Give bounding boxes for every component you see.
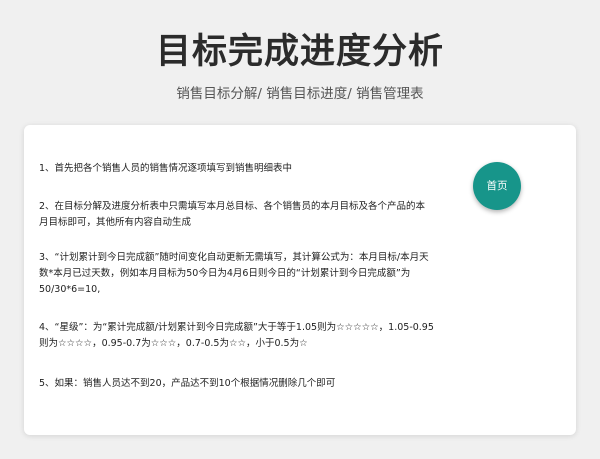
instruction-item-1: 1、首先把各个销售人员的销售情况逐项填写到销售明细表中 (39, 163, 293, 174)
instruction-item-3: 3、“计划累计到今日完成额”随时间变化自动更新无需填写，其计算公式为：本月目标/… (39, 252, 429, 295)
instruction-item-4: 4、“星级”：为“累计完成额/计划累计到今日完成额”大于等于1.05则为☆☆☆☆… (39, 322, 434, 349)
page-title: 目标完成进度分析 (155, 32, 444, 72)
page-subtitle: 销售目标分解/ 销售目标进度/ 销售管理表 (176, 86, 424, 102)
instruction-item-5: 5、如果：销售人员达不到20，产品达不到10个根据情况删除几个即可 (39, 378, 336, 389)
instructions-card: 1、首先把各个销售人员的销售情况逐项填写到销售明细表中 2、在目标分解及进度分析… (24, 125, 576, 435)
instruction-item-2: 2、在目标分解及进度分析表中只需填写本月总目标、各个销售员的本月目标及各个产品的… (39, 201, 426, 228)
home-button[interactable]: 首页 (473, 162, 521, 210)
